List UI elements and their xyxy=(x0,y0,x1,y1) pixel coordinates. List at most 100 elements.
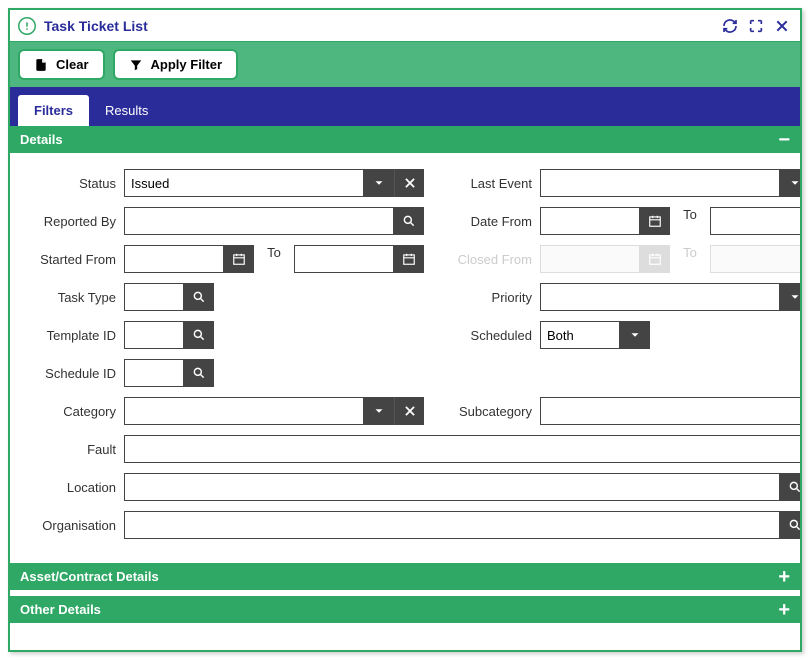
startedfrom-input[interactable] xyxy=(124,245,224,273)
field-tasktype: Task Type xyxy=(28,283,424,311)
clear-button[interactable]: Clear xyxy=(18,49,105,80)
closedto-input xyxy=(710,245,800,273)
expand-icon[interactable] xyxy=(746,16,766,36)
label-organisation: Organisation xyxy=(28,518,124,533)
reportedby-search-icon[interactable] xyxy=(394,207,424,235)
label-closedto: To xyxy=(670,245,710,273)
field-subcategory: Subcategory xyxy=(444,397,800,425)
label-category: Category xyxy=(28,404,124,419)
field-startedfrom: Started From To xyxy=(28,245,424,273)
section-assetcontract-header[interactable]: Asset/Contract Details + xyxy=(10,563,800,590)
category-dropdown-icon[interactable] xyxy=(364,397,394,425)
closedfrom-input xyxy=(540,245,640,273)
expand-icon[interactable]: + xyxy=(778,570,790,584)
datefrom-calendar-icon[interactable] xyxy=(640,207,670,235)
label-templateid: Template ID xyxy=(28,328,124,343)
dateto-input[interactable] xyxy=(710,207,800,235)
label-scheduled: Scheduled xyxy=(444,328,540,343)
content-area: Details − Status Last Event xyxy=(10,126,800,650)
reportedby-input[interactable] xyxy=(124,207,394,235)
label-subcategory: Subcategory xyxy=(444,404,540,419)
clear-icon xyxy=(34,58,48,72)
toolbar: Clear Apply Filter xyxy=(10,42,800,87)
label-datefrom: Date From xyxy=(444,214,540,229)
field-category: Category xyxy=(28,397,424,425)
field-closedfrom: Closed From To xyxy=(444,245,800,273)
close-icon[interactable] xyxy=(772,16,792,36)
label-reportedby: Reported By xyxy=(28,214,124,229)
section-details-body: Status Last Event xyxy=(10,153,800,563)
scheduleid-input[interactable] xyxy=(124,359,184,387)
clear-label: Clear xyxy=(56,57,89,72)
title-controls xyxy=(720,16,792,36)
label-status: Status xyxy=(28,176,124,191)
priority-dropdown-icon[interactable] xyxy=(780,283,800,311)
category-input[interactable] xyxy=(124,397,364,425)
startedto-input[interactable] xyxy=(294,245,394,273)
fault-input[interactable] xyxy=(124,435,800,463)
label-startedfrom: Started From xyxy=(28,252,124,267)
field-status: Status xyxy=(28,169,424,197)
priority-input[interactable] xyxy=(540,283,780,311)
scheduled-dropdown-icon[interactable] xyxy=(620,321,650,349)
field-lastevent: Last Event xyxy=(444,169,800,197)
field-organisation: Organisation xyxy=(28,511,800,539)
section-other-title: Other Details xyxy=(20,602,101,617)
scheduled-input[interactable] xyxy=(540,321,620,349)
titlebar: Task Ticket List xyxy=(10,10,800,42)
tab-filters[interactable]: Filters xyxy=(18,95,89,126)
datefrom-input[interactable] xyxy=(540,207,640,235)
tasktype-search-icon[interactable] xyxy=(184,283,214,311)
section-other-header[interactable]: Other Details + xyxy=(10,596,800,623)
collapse-icon[interactable]: − xyxy=(778,133,790,147)
templateid-search-icon[interactable] xyxy=(184,321,214,349)
templateid-input[interactable] xyxy=(124,321,184,349)
section-details-header[interactable]: Details − xyxy=(10,126,800,153)
field-empty xyxy=(444,359,800,387)
scheduleid-search-icon[interactable] xyxy=(184,359,214,387)
app-window: Task Ticket List Clear Apply Filter Filt… xyxy=(8,8,802,652)
subcategory-input[interactable] xyxy=(540,397,800,425)
startedto-calendar-icon[interactable] xyxy=(394,245,424,273)
label-dateto: To xyxy=(670,207,710,235)
field-priority: Priority xyxy=(444,283,800,311)
status-dropdown-icon[interactable] xyxy=(364,169,394,197)
organisation-search-icon[interactable] xyxy=(780,511,800,539)
category-clear-icon[interactable] xyxy=(394,397,424,425)
tabbar: Filters Results xyxy=(10,87,800,126)
app-icon xyxy=(18,17,36,35)
section-assetcontract-title: Asset/Contract Details xyxy=(20,569,159,584)
lastevent-input[interactable] xyxy=(540,169,780,197)
label-fault: Fault xyxy=(28,442,124,457)
organisation-input[interactable] xyxy=(124,511,780,539)
apply-filter-button[interactable]: Apply Filter xyxy=(113,49,239,80)
location-search-icon[interactable] xyxy=(780,473,800,501)
field-reportedby: Reported By xyxy=(28,207,424,235)
status-input[interactable] xyxy=(124,169,364,197)
tasktype-input[interactable] xyxy=(124,283,184,311)
label-startedto: To xyxy=(254,245,294,273)
location-input[interactable] xyxy=(124,473,780,501)
field-templateid: Template ID xyxy=(28,321,424,349)
label-location: Location xyxy=(28,480,124,495)
apply-filter-label: Apply Filter xyxy=(151,57,223,72)
field-datefrom: Date From To xyxy=(444,207,800,235)
refresh-icon[interactable] xyxy=(720,16,740,36)
label-lastevent: Last Event xyxy=(444,176,540,191)
closedfrom-calendar-icon xyxy=(640,245,670,273)
expand-icon[interactable]: + xyxy=(778,603,790,617)
filter-icon xyxy=(129,58,143,72)
label-priority: Priority xyxy=(444,290,540,305)
label-tasktype: Task Type xyxy=(28,290,124,305)
label-scheduleid: Schedule ID xyxy=(28,366,124,381)
lastevent-dropdown-icon[interactable] xyxy=(780,169,800,197)
label-closedfrom: Closed From xyxy=(444,252,540,267)
startedfrom-calendar-icon[interactable] xyxy=(224,245,254,273)
field-scheduled: Scheduled xyxy=(444,321,800,349)
tab-results[interactable]: Results xyxy=(89,95,164,126)
field-location: Location xyxy=(28,473,800,501)
field-scheduleid: Schedule ID xyxy=(28,359,424,387)
status-clear-icon[interactable] xyxy=(394,169,424,197)
window-title: Task Ticket List xyxy=(44,18,720,34)
field-fault: Fault xyxy=(28,435,800,463)
